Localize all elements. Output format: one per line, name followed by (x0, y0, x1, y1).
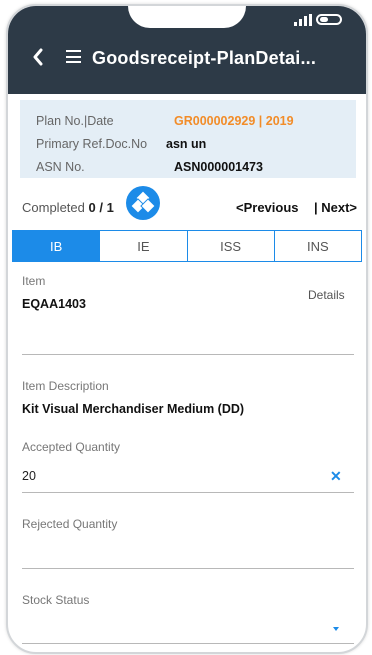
item-underline (22, 354, 354, 355)
plan-no-value: GR000002929 | 2019 (174, 114, 294, 128)
completed-status: Completed 0 / 1 (22, 200, 114, 215)
completed-label: Completed (22, 200, 85, 215)
battery-icon (316, 14, 342, 25)
tab-bar: IB IE ISS INS (12, 230, 362, 262)
back-arrow-icon[interactable] (32, 48, 44, 70)
phone-frame: Goodsreceipt-PlanDetai... Plan No.|Date … (6, 4, 368, 654)
ref-doc-value: asn un (166, 137, 207, 151)
item-value[interactable]: EQAA1403 (22, 297, 86, 311)
tab-ib[interactable]: IB (12, 230, 101, 262)
accepted-quantity-underline (22, 492, 354, 493)
item-label: Item (22, 274, 46, 288)
item-description-value: Kit Visual Merchandiser Medium (DD) (22, 402, 245, 416)
stock-status-underline (22, 643, 354, 644)
previous-button[interactable]: <Previous (236, 200, 299, 215)
accepted-quantity-input[interactable]: 20 (22, 469, 36, 483)
stock-status-label: Stock Status (22, 593, 90, 607)
asn-no-label: ASN No. (36, 160, 85, 174)
tab-ins[interactable]: INS (274, 230, 362, 262)
ref-doc-label: Primary Ref.Doc.No (36, 137, 148, 151)
dropdown-caret-icon[interactable] (333, 627, 339, 631)
signal-icon (294, 14, 312, 26)
phone-notch (128, 6, 246, 28)
page-title: Goodsreceipt-PlanDetai... (92, 48, 317, 68)
cubes-icon[interactable] (126, 186, 160, 220)
rejected-quantity-underline (22, 568, 354, 569)
app-header: Goodsreceipt-PlanDetai... (8, 6, 366, 94)
accepted-quantity-label: Accepted Quantity (22, 440, 121, 454)
clear-x-icon[interactable]: ✕ (330, 468, 342, 485)
rejected-quantity-label: Rejected Quantity (22, 517, 118, 531)
plan-info-panel: Plan No.|Date GR000002929 | 2019 Primary… (20, 100, 356, 178)
tab-ie[interactable]: IE (100, 230, 188, 262)
details-link[interactable]: Details (308, 288, 345, 302)
tab-iss[interactable]: ISS (187, 230, 275, 262)
plan-no-label: Plan No.|Date (36, 114, 114, 128)
next-button[interactable]: | Next> (314, 200, 357, 215)
completed-count: 0 / 1 (88, 200, 114, 215)
hamburger-menu-icon[interactable] (66, 50, 81, 63)
item-description-label: Item Description (22, 379, 109, 393)
asn-no-value: ASN000001473 (174, 160, 263, 174)
